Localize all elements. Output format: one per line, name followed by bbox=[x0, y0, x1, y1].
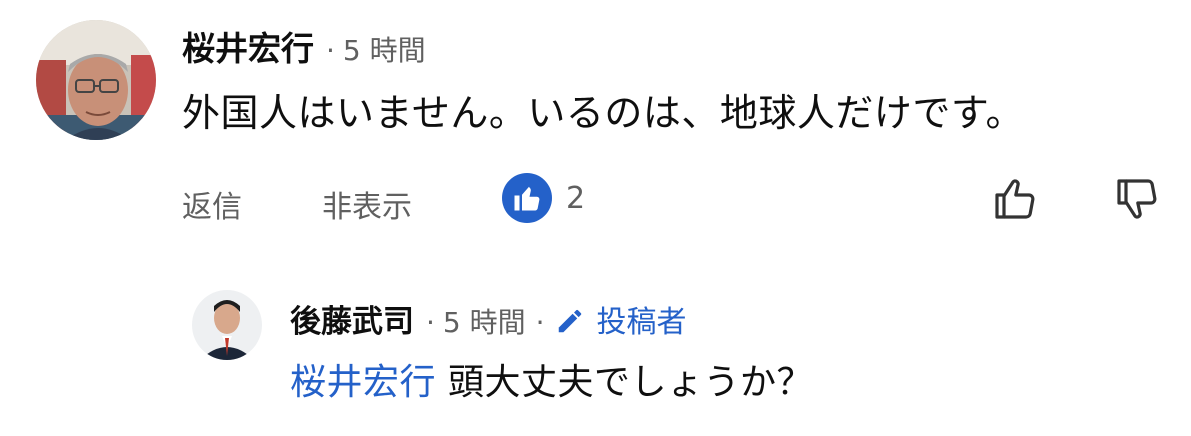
comment-author-name[interactable]: 桜井宏行 bbox=[182, 22, 314, 70]
like-button[interactable] bbox=[990, 174, 1040, 224]
hide-button[interactable]: 非表示 bbox=[322, 182, 412, 226]
pencil-icon bbox=[553, 306, 587, 336]
creator-label: 投稿者 bbox=[596, 305, 687, 340]
thumbs-up-outline-icon bbox=[995, 179, 1035, 219]
meta-separator: · bbox=[535, 306, 545, 339]
mention-link[interactable]: 桜井宏行 bbox=[290, 362, 436, 403]
comment-header: 桜井宏行 · 5 時間 bbox=[182, 22, 426, 70]
reply-button[interactable]: 返信 bbox=[182, 182, 242, 226]
thumbs-down-outline-icon bbox=[1117, 179, 1157, 219]
creator-badge: 投稿者 bbox=[553, 297, 687, 341]
reply-text: 桜井宏行 頭大丈夫でしょうか？ bbox=[290, 353, 813, 405]
reply-author-avatar[interactable] bbox=[192, 290, 262, 360]
comment-timestamp[interactable]: 5 時間 bbox=[343, 29, 426, 69]
commenter-avatar[interactable] bbox=[36, 20, 156, 140]
dislike-button[interactable] bbox=[1112, 174, 1162, 224]
reply-author-name[interactable]: 後藤武司 bbox=[290, 296, 414, 341]
comment-text: 外国人はいません。いるのは、地球人だけです。 bbox=[182, 91, 1025, 135]
reply-body: 頭大丈夫でしょうか？ bbox=[436, 362, 813, 403]
meta-separator: · bbox=[426, 306, 435, 339]
thumbs-up-icon bbox=[502, 173, 552, 223]
reply-header: 後藤武司 · 5 時間 · 投稿者 bbox=[290, 296, 687, 341]
meta-separator: · bbox=[326, 34, 335, 67]
reply-timestamp[interactable]: 5 時間 bbox=[443, 301, 526, 341]
like-count: 2 bbox=[566, 181, 586, 216]
